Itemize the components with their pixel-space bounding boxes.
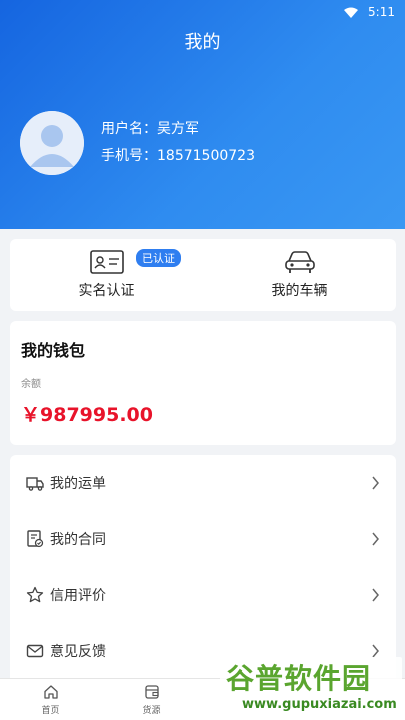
tab-home-label: 首页 (41, 705, 60, 716)
star-icon (26, 586, 44, 603)
menu-item-contracts[interactable]: 我的合同 (10, 511, 396, 567)
realname-auth-button[interactable]: 实名认证 已认证 (10, 239, 203, 311)
chevron-right-icon (372, 644, 379, 658)
status-bar: 5:11 (344, 0, 395, 24)
chevron-right-icon (372, 532, 379, 546)
watermark-url: www.gupuxiazai.com (242, 697, 397, 712)
tab-home[interactable]: 首页 (0, 679, 101, 720)
mail-icon (26, 644, 44, 658)
user-avatar-icon (20, 111, 84, 175)
menu-item-credit-rating[interactable]: 信用评价 (10, 567, 396, 623)
contract-icon (27, 530, 44, 548)
profile-header: 5:11 我的 用户名：吴方军 手机号：18571500723 (0, 0, 405, 229)
chevron-right-icon (372, 588, 379, 602)
menu-item-label: 我的合同 (50, 532, 106, 548)
wifi-icon (344, 7, 359, 18)
wallet-title: 我的钱包 (21, 341, 86, 360)
menu-item-label: 我的运单 (50, 476, 106, 492)
username-value: 吴方军 (157, 121, 199, 137)
realname-auth-label: 实名认证 (78, 283, 135, 299)
chevron-right-icon (372, 476, 379, 490)
wallet-card[interactable]: 我的钱包 余额 ￥987995.00 (10, 321, 396, 445)
auth-card: 实名认证 已认证 我的车辆 (10, 239, 396, 311)
id-card-icon (89, 250, 124, 274)
car-icon (284, 251, 315, 273)
tab-goods-label: 货源 (142, 705, 161, 716)
balance-label: 余额 (21, 379, 41, 390)
username-label: 用户名： (101, 121, 157, 137)
truck-icon (26, 477, 44, 491)
my-vehicle-label: 我的车辆 (271, 283, 328, 299)
tab-goods[interactable]: 货源 (101, 679, 202, 720)
menu-item-label: 信用评价 (50, 588, 106, 604)
verified-badge: 已认证 (136, 249, 181, 267)
wallet-icon (144, 684, 159, 699)
menu-item-waybills[interactable]: 我的运单 (10, 455, 396, 511)
watermark-title: 谷普软件园 (226, 662, 372, 695)
balance-amount: ￥987995.00 (21, 404, 153, 426)
user-info: 用户名：吴方军 手机号：18571500723 (101, 116, 255, 170)
avatar[interactable] (20, 111, 84, 175)
phone-value: 18571500723 (157, 148, 255, 164)
phone-row: 手机号：18571500723 (101, 143, 255, 170)
home-icon (43, 684, 58, 699)
page-title: 我的 (184, 32, 221, 53)
my-vehicle-button[interactable]: 我的车辆 (203, 239, 396, 311)
status-time: 5:11 (368, 5, 395, 19)
username-row: 用户名：吴方军 (101, 116, 255, 143)
phone-label: 手机号： (101, 148, 157, 164)
watermark: 谷普软件园 www.gupuxiazai.com (220, 657, 402, 717)
